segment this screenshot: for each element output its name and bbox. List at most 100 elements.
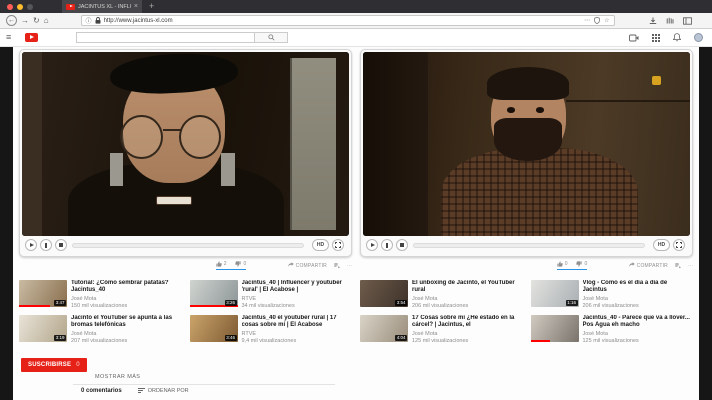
dislike-button[interactable]: 0 [235, 261, 246, 267]
hd-quality-button[interactable]: HD [653, 239, 670, 251]
fullscreen-button[interactable] [673, 239, 685, 251]
tracking-shield-icon[interactable] [594, 17, 600, 24]
forward-button[interactable]: → [21, 17, 29, 25]
share-button[interactable]: COMPARTIR [288, 262, 327, 269]
address-bar[interactable]: ⓘ http://www.jacintus-xl.com ⋯ ☆ [81, 15, 615, 26]
scene-shape [290, 58, 336, 231]
video-thumbnail[interactable]: 3:46 [190, 315, 238, 342]
video-list-item[interactable]: 3:47 Tutorial: ¿Cómo sembrar patatas? Ja… [19, 280, 182, 309]
player-controls-left: HD [22, 236, 349, 254]
seek-bar[interactable] [72, 243, 304, 248]
new-tab-button[interactable]: + [149, 2, 154, 11]
reload-button[interactable]: ↻ [33, 17, 40, 25]
channel-name[interactable]: RTVE [242, 296, 353, 302]
like-button[interactable]: 2 [216, 261, 227, 267]
subscribe-button[interactable]: SUSCRIBIRSE 0 [21, 358, 87, 372]
channel-name[interactable]: José Mota [583, 296, 694, 302]
like-button[interactable]: 0 [557, 261, 568, 267]
channel-name[interactable]: José Mota [71, 296, 182, 302]
save-playlist-icon[interactable] [334, 263, 340, 269]
downloads-icon[interactable] [649, 17, 657, 25]
sidebar-icon[interactable] [683, 17, 692, 25]
video-thumbnail[interactable]: 4:04 [360, 315, 408, 342]
video-screen-right[interactable] [363, 52, 690, 236]
video-thumbnail[interactable]: 3:19 [19, 315, 67, 342]
dislike-count: 0 [584, 261, 587, 267]
notifications-bell-icon[interactable] [673, 33, 681, 42]
stop-button[interactable] [396, 239, 408, 251]
video-title[interactable]: Jacintus_40 - Parece que va a llover... … [583, 315, 694, 329]
library-icon[interactable] [666, 17, 674, 25]
channel-name[interactable]: José Mota [412, 296, 523, 302]
sort-comments-button[interactable]: ORDENAR POR [138, 388, 189, 394]
more-actions-icon[interactable]: ⋯ [688, 263, 693, 269]
volume-button[interactable] [381, 239, 393, 251]
video-list-item[interactable]: 3:19 Jacinto el YouTuber se apunta a las… [19, 315, 182, 344]
url-text: http://www.jacintus-xl.com [104, 18, 173, 24]
scene-shape [22, 52, 42, 236]
video-thumbnail[interactable] [531, 315, 579, 342]
tab-close-icon[interactable]: × [134, 3, 138, 10]
channel-name[interactable]: José Mota [71, 331, 182, 337]
player-controls-right: HD [363, 236, 690, 254]
video-thumbnail[interactable]: 3:47 [19, 280, 67, 307]
upload-video-icon[interactable] [629, 34, 639, 42]
apps-grid-icon[interactable] [652, 34, 660, 42]
hd-quality-button[interactable]: HD [312, 239, 329, 251]
channel-name[interactable]: RTVE [242, 331, 353, 337]
channel-name[interactable]: José Mota [583, 331, 694, 337]
search-input[interactable] [76, 32, 254, 43]
site-logo[interactable] [25, 33, 38, 42]
video-list-item[interactable]: Jacintus_40 - Parece que va a llover... … [531, 315, 694, 344]
menu-icon[interactable]: ≡ [6, 33, 11, 42]
video-title[interactable]: Tutorial: ¿Cómo sembrar patatas? Jacintu… [71, 280, 182, 294]
bookmark-star-icon[interactable]: ☆ [604, 17, 609, 24]
browser-tab[interactable]: JACINTUS XL - INFLUENCER... × [62, 0, 142, 13]
video-title[interactable]: Vlog - Como es el día a día de Jacintus [583, 280, 694, 294]
video-title[interactable]: Jacintus_40 | Influencer y youtuber 'rur… [242, 280, 353, 294]
video-list-item[interactable]: 1:16 Vlog - Como es el día a día de Jaci… [531, 280, 694, 309]
share-button[interactable]: COMPARTIR [629, 262, 668, 269]
search-button[interactable] [254, 32, 288, 43]
stop-button[interactable] [55, 239, 67, 251]
show-more-button[interactable]: MOSTRAR MÁS [95, 374, 140, 380]
play-button[interactable] [25, 239, 37, 251]
more-actions-icon[interactable]: ⋯ [347, 263, 352, 269]
page-info-icon[interactable]: ⓘ [86, 16, 92, 25]
video-screen-left[interactable] [22, 52, 349, 236]
save-playlist-icon[interactable] [675, 263, 681, 269]
fullscreen-button[interactable] [332, 239, 344, 251]
window-close-button[interactable] [7, 4, 13, 10]
scene-shape [487, 67, 569, 100]
play-button[interactable] [366, 239, 378, 251]
duration-badge: 3:46 [225, 335, 237, 341]
back-button[interactable]: ← [6, 15, 17, 26]
scene-shape [110, 153, 123, 186]
video-title[interactable]: 17 Cosas sobre mí ¿He estado en la cárce… [412, 315, 523, 329]
video-thumbnail[interactable]: 3:54 [360, 280, 408, 307]
video-actions-right: 0 0 COMPARTIR ⋯ [360, 261, 693, 270]
scene-shape [441, 148, 637, 236]
window-zoom-button[interactable] [27, 4, 33, 10]
scene-shape [536, 107, 544, 113]
video-list-item[interactable]: 4:04 17 Cosas sobre mí ¿He estado en la … [360, 315, 523, 344]
account-avatar[interactable] [694, 33, 703, 42]
video-list-item[interactable]: 3:54 El unboxing de Jacinto, el YouTuber… [360, 280, 523, 309]
video-title[interactable]: El unboxing de Jacinto, el YouTuber rura… [412, 280, 523, 294]
video-thumbnail[interactable]: 3:26 [190, 280, 238, 307]
video-list-item[interactable]: 3:26 Jacintus_40 | Influencer y youtuber… [190, 280, 353, 309]
comments-count: 0 comentarios [81, 388, 122, 394]
video-title[interactable]: Jacintus_40 el youtuber rural | 17 cosas… [242, 315, 353, 329]
video-thumbnail[interactable]: 1:16 [531, 280, 579, 307]
dislike-button[interactable]: 0 [576, 261, 587, 267]
home-button[interactable]: ⌂ [44, 17, 49, 25]
volume-button[interactable] [40, 239, 52, 251]
video-title[interactable]: Jacinto el YouTuber se apunta a las brom… [71, 315, 182, 329]
fullscreen-icon [335, 242, 341, 248]
duration-badge: 3:47 [54, 300, 66, 306]
video-list-item[interactable]: 3:46 Jacintus_40 el youtuber rural | 17 … [190, 315, 353, 344]
seek-bar[interactable] [413, 243, 645, 248]
channel-name[interactable]: José Mota [412, 331, 523, 337]
window-minimize-button[interactable] [17, 4, 23, 10]
page-actions-icon[interactable]: ⋯ [584, 17, 590, 24]
